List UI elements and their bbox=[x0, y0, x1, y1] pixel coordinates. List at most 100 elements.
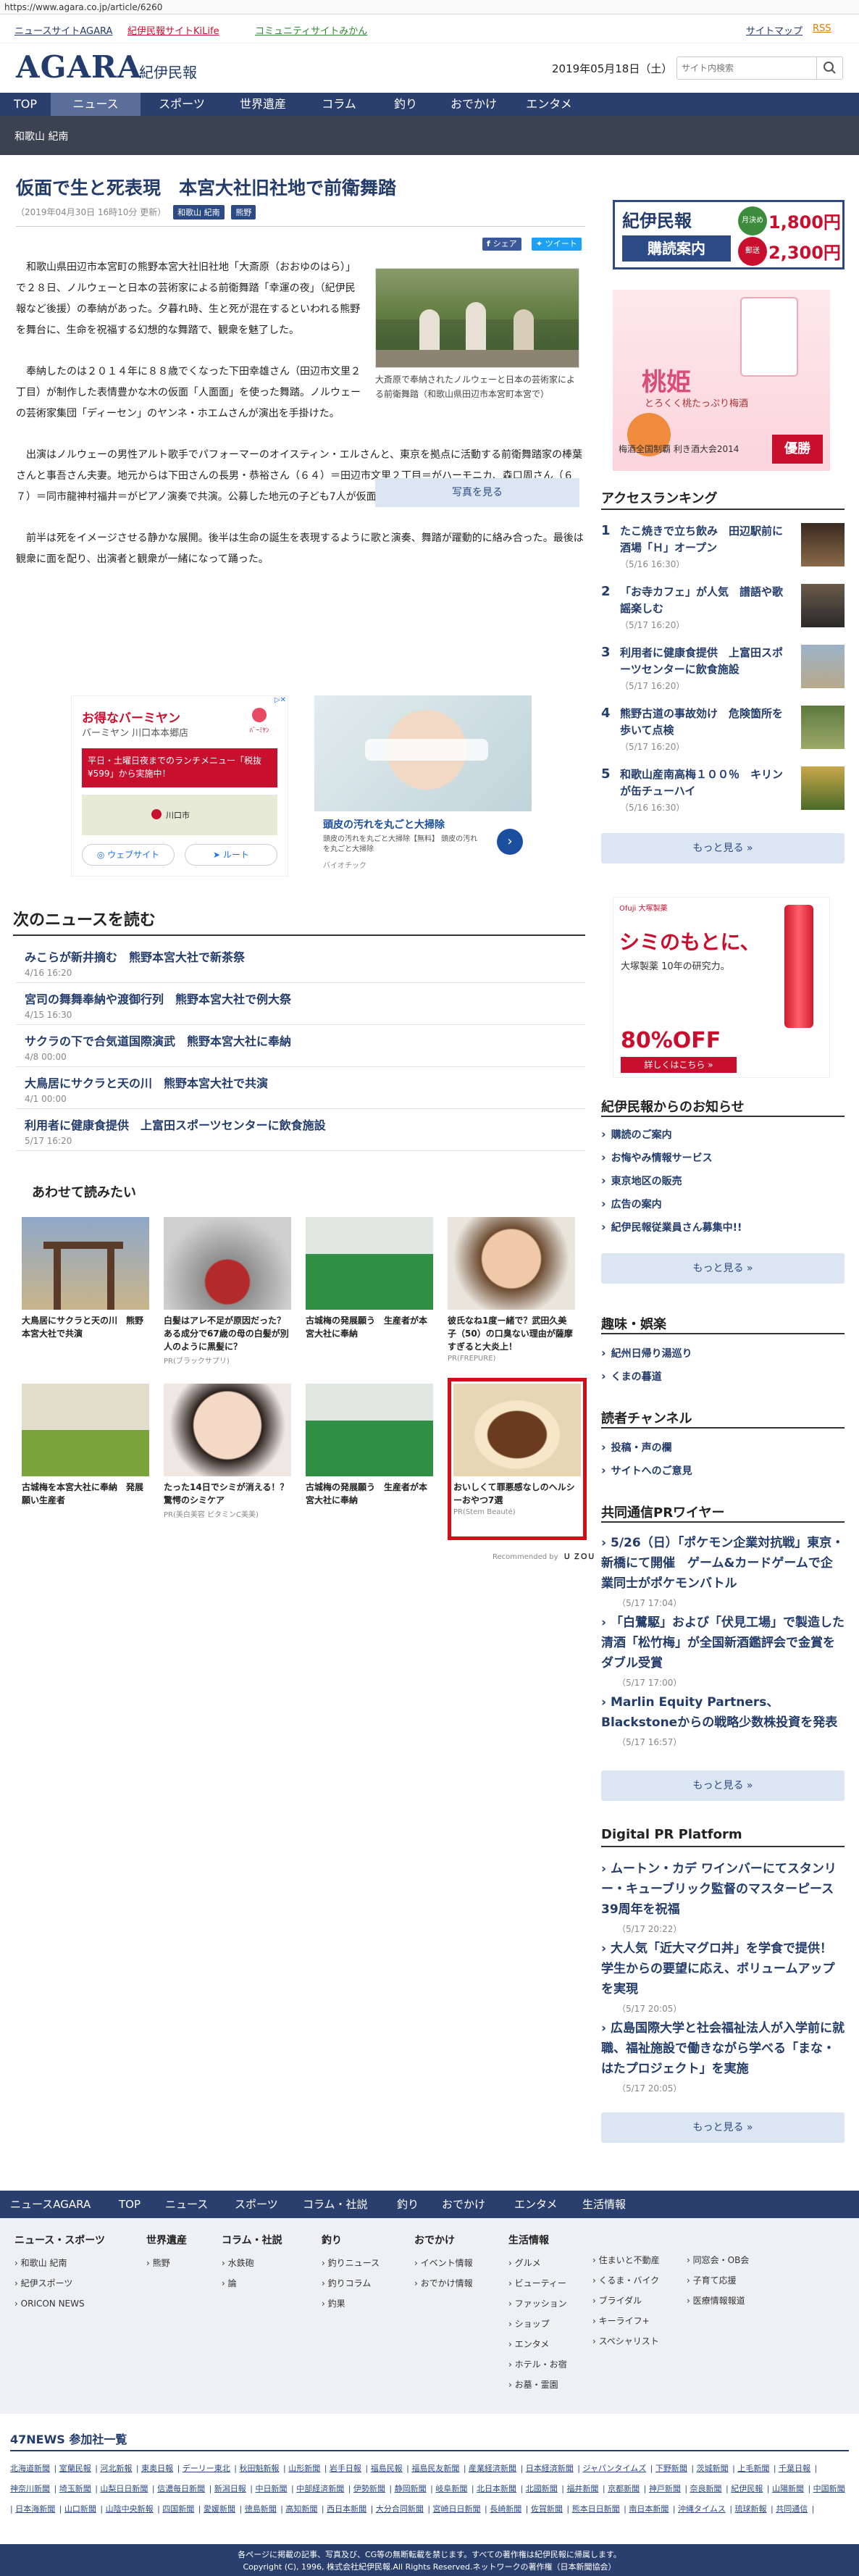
peach-liquor-ad[interactable]: 桃姫 とろくく桃たっぷり梅酒 梅酒全国制覇 利き酒大会2014 優勝 bbox=[613, 290, 830, 471]
footer-link[interactable]: 水鉄砲 bbox=[222, 2253, 282, 2273]
recommended-by[interactable]: Recommended by Ｕ ＺＯＵ bbox=[493, 1550, 595, 1561]
news47-link[interactable]: 西日本新聞 bbox=[327, 2499, 366, 2519]
url-bar[interactable]: https://www.agara.co.jp/article/6260 bbox=[0, 0, 859, 14]
nav-column[interactable]: コラム bbox=[303, 93, 375, 116]
related-card-highlighted[interactable]: おいしくて罪悪感なしのヘルシーおやつ7選 PR(Stem Beauté) bbox=[448, 1378, 587, 1540]
news47-link[interactable]: 室蘭民報 bbox=[59, 2459, 91, 2479]
digital-pr-item[interactable]: 広島国際大学と社会福祉法人が入学前に就職、福祉施設で働きながら学べる「まな・はた… bbox=[601, 2018, 845, 2094]
wire-item[interactable]: Marlin Equity Partners、Blackstoneからの戦略少数… bbox=[601, 1692, 845, 1748]
news47-link[interactable]: 共同通信 bbox=[776, 2499, 808, 2519]
footer-link[interactable]: 同窓会・OB会 bbox=[687, 2250, 750, 2270]
news47-link[interactable]: 福島民報 bbox=[371, 2459, 403, 2479]
news47-link[interactable]: 東奥日報 bbox=[141, 2459, 173, 2479]
news47-link[interactable]: 中日新聞 bbox=[256, 2479, 288, 2499]
news47-link[interactable]: 秋田魁新報 bbox=[240, 2459, 280, 2479]
news47-link[interactable]: 埼玉新聞 bbox=[59, 2479, 91, 2499]
view-photo-button[interactable]: 写真を見る bbox=[375, 478, 579, 507]
article-photo[interactable] bbox=[375, 268, 579, 368]
digital-pr-item[interactable]: ムートン・カデ ワインバーにてスタンリー・キューブリック監督のマスターピース39… bbox=[601, 1859, 845, 1935]
footer-link[interactable]: ブライダル bbox=[592, 2291, 660, 2311]
related-card[interactable]: たった14日でシミが消える！？驚愕のシミケア PR(美白美容 ビタミンC美美) bbox=[164, 1384, 291, 1519]
notice-item[interactable]: 広告の案内 bbox=[601, 1197, 845, 1211]
footer-nav-item[interactable]: 生活情報 bbox=[582, 2191, 626, 2218]
news47-link[interactable]: 愛媛新聞 bbox=[204, 2499, 235, 2519]
news47-link[interactable]: 神奈川新聞 bbox=[10, 2479, 50, 2499]
footer-link[interactable]: ホテル・お宿 bbox=[508, 2354, 567, 2375]
news47-link[interactable]: 千葉日報 bbox=[779, 2459, 810, 2479]
news47-link[interactable]: ジャパンタイムズ bbox=[582, 2459, 646, 2479]
reader-item[interactable]: サイトへのご意見 bbox=[601, 1463, 845, 1478]
footer-link[interactable]: イベント情報 bbox=[414, 2253, 473, 2273]
footer-link[interactable]: キーライフ+ bbox=[592, 2311, 660, 2331]
news47-link[interactable]: 福島民友新聞 bbox=[411, 2459, 459, 2479]
footer-nav-item[interactable]: コラム・社説 bbox=[303, 2191, 368, 2218]
next-news-item[interactable]: 利用者に健康食提供 上富田スポーツセンターに飲食施設 bbox=[25, 1116, 326, 1133]
news47-link[interactable]: 静岡新聞 bbox=[395, 2479, 427, 2499]
related-card[interactable]: 古城梅の発展願う 生産者が本宮大社に奉納 bbox=[306, 1217, 433, 1340]
news47-link[interactable]: 中国新聞 bbox=[813, 2479, 845, 2499]
footer-link[interactable]: くるま・バイク bbox=[592, 2270, 660, 2291]
news47-link[interactable]: デーリー東北 bbox=[183, 2459, 230, 2479]
footer-link[interactable]: グルメ bbox=[508, 2253, 567, 2273]
bamiyan-ad[interactable]: お得なバーミヤン バーミヤン 川口本本郷店 ﾊﾞｰﾐﾔﾝ 平日・土曜日夜までのラ… bbox=[71, 695, 288, 877]
notice-item[interactable]: 紀伊民報従業員さん募集中!! bbox=[601, 1220, 845, 1234]
wire-item[interactable]: 「白鷺駆」および「伏見工場」で製造した清酒「松竹梅」が全国新酒鑑評会で金賞をダブ… bbox=[601, 1613, 845, 1689]
news47-link[interactable]: 山陰中央新報 bbox=[106, 2499, 154, 2519]
news47-link[interactable]: 新潟日報 bbox=[214, 2479, 246, 2499]
footer-link[interactable]: 和歌山 紀南 bbox=[14, 2253, 105, 2273]
ad1-route-button[interactable]: ➤ ルート bbox=[185, 844, 277, 866]
news47-link[interactable]: 山口新聞 bbox=[64, 2499, 96, 2519]
nav-top[interactable]: TOP bbox=[0, 93, 51, 116]
news47-link[interactable]: 大分合同新聞 bbox=[376, 2499, 424, 2519]
footer-link[interactable]: ORICON NEWS bbox=[14, 2293, 105, 2314]
notice-more-button[interactable]: もっと見る » bbox=[601, 1253, 845, 1284]
related-card[interactable]: 彼氏なね1度ー緒で？武田久美子（50）の口臭ない理由が薩摩すぎると大炎上！ PR… bbox=[448, 1217, 575, 1363]
news47-link[interactable]: 下野新聞 bbox=[655, 2459, 687, 2479]
hobby-item[interactable]: 紀州日帰り湯巡り bbox=[601, 1346, 845, 1360]
news47-link[interactable]: 佐賀新聞 bbox=[531, 2499, 563, 2519]
subscribe-banner[interactable]: 紀伊民報 購読案内 月決め 1,800円 郵送 2,300円 bbox=[613, 200, 845, 269]
footer-link[interactable]: ショップ bbox=[508, 2314, 567, 2334]
news47-link[interactable]: 琉球新報 bbox=[735, 2499, 767, 2519]
nav-sports[interactable]: スポーツ bbox=[141, 93, 223, 116]
news47-link[interactable]: 河北新報 bbox=[100, 2459, 132, 2479]
news47-link[interactable]: 京都新聞 bbox=[608, 2479, 640, 2499]
footer-nav-item[interactable]: TOP bbox=[119, 2191, 141, 2218]
ad1-website-button[interactable]: ◎ ウェブサイト bbox=[82, 844, 175, 866]
news47-link[interactable]: 日本経済新聞 bbox=[526, 2459, 574, 2479]
news47-link[interactable]: 茨城新聞 bbox=[697, 2459, 729, 2479]
footer-link[interactable]: 熊野 bbox=[146, 2253, 187, 2273]
footer-link[interactable]: 論 bbox=[222, 2273, 282, 2293]
footer-link[interactable]: 住まいと不動産 bbox=[592, 2250, 660, 2270]
news47-link[interactable]: 長崎新聞 bbox=[490, 2499, 521, 2519]
news47-link[interactable]: 奈良新聞 bbox=[690, 2479, 722, 2499]
related-card[interactable]: 古城梅の発展願う 生産者が本宮大社に奉納 bbox=[306, 1384, 433, 1507]
next-news-item[interactable]: 宮司の舞舞奉納や渡御行列 熊野本宮大社で例大祭 bbox=[25, 990, 291, 1007]
footer-link[interactable]: 医療情報報道 bbox=[687, 2291, 749, 2311]
news47-link[interactable]: 南日本新聞 bbox=[629, 2499, 669, 2519]
link-rss[interactable]: RSS bbox=[813, 23, 831, 34]
news47-link[interactable]: 岩手日報 bbox=[330, 2459, 361, 2479]
footer-nav-item[interactable]: ニュース bbox=[165, 2191, 208, 2218]
news47-link[interactable]: 岐阜新聞 bbox=[435, 2479, 467, 2499]
hobby-item[interactable]: くまの暮道 bbox=[601, 1369, 845, 1384]
footer-link[interactable]: 紀伊スポーツ bbox=[14, 2273, 105, 2293]
tag-kumano[interactable]: 熊野 bbox=[231, 205, 256, 219]
nav-world-heritage[interactable]: 世界遺産 bbox=[223, 93, 303, 116]
footer-nav-item[interactable]: おでかけ bbox=[442, 2191, 485, 2218]
link-sitemap[interactable]: サイトマップ bbox=[746, 23, 803, 37]
news47-link[interactable]: 高知新聞 bbox=[285, 2499, 317, 2519]
link-mikan[interactable]: コミュニティサイトみかん bbox=[255, 23, 367, 37]
wire-item[interactable]: 5/26（日）「ポケモン企業対抗戦」東京・新橋にて開催 ゲーム&カードゲームで企… bbox=[601, 1533, 845, 1609]
ad-close-icon[interactable]: ▷✕ bbox=[275, 696, 286, 704]
nav-outing[interactable]: おでかけ bbox=[436, 93, 511, 116]
footer-link[interactable]: 子育て応援 bbox=[687, 2270, 749, 2291]
news47-link[interactable]: 北日本新聞 bbox=[477, 2479, 516, 2499]
digital-pr-more-button[interactable]: もっと見る » bbox=[601, 2112, 845, 2143]
news47-link[interactable]: 福井新聞 bbox=[566, 2479, 598, 2499]
footer-nav-item[interactable]: エンタメ bbox=[514, 2191, 558, 2218]
news47-link[interactable]: 中部経済新聞 bbox=[296, 2479, 344, 2499]
scalp-ad[interactable]: 頭皮の汚れを丸ごと大掃除 頭皮の汚れを丸ごと大掃除【無料】 頭皮の汚れを丸ごと大… bbox=[314, 695, 532, 877]
link-agara[interactable]: ニュースサイトAGARA bbox=[14, 23, 112, 37]
related-card[interactable]: 白髪はアレ不足が原因だった？ある成分で67歳の母の白髪が別人のように黒髪に？ P… bbox=[164, 1217, 291, 1366]
